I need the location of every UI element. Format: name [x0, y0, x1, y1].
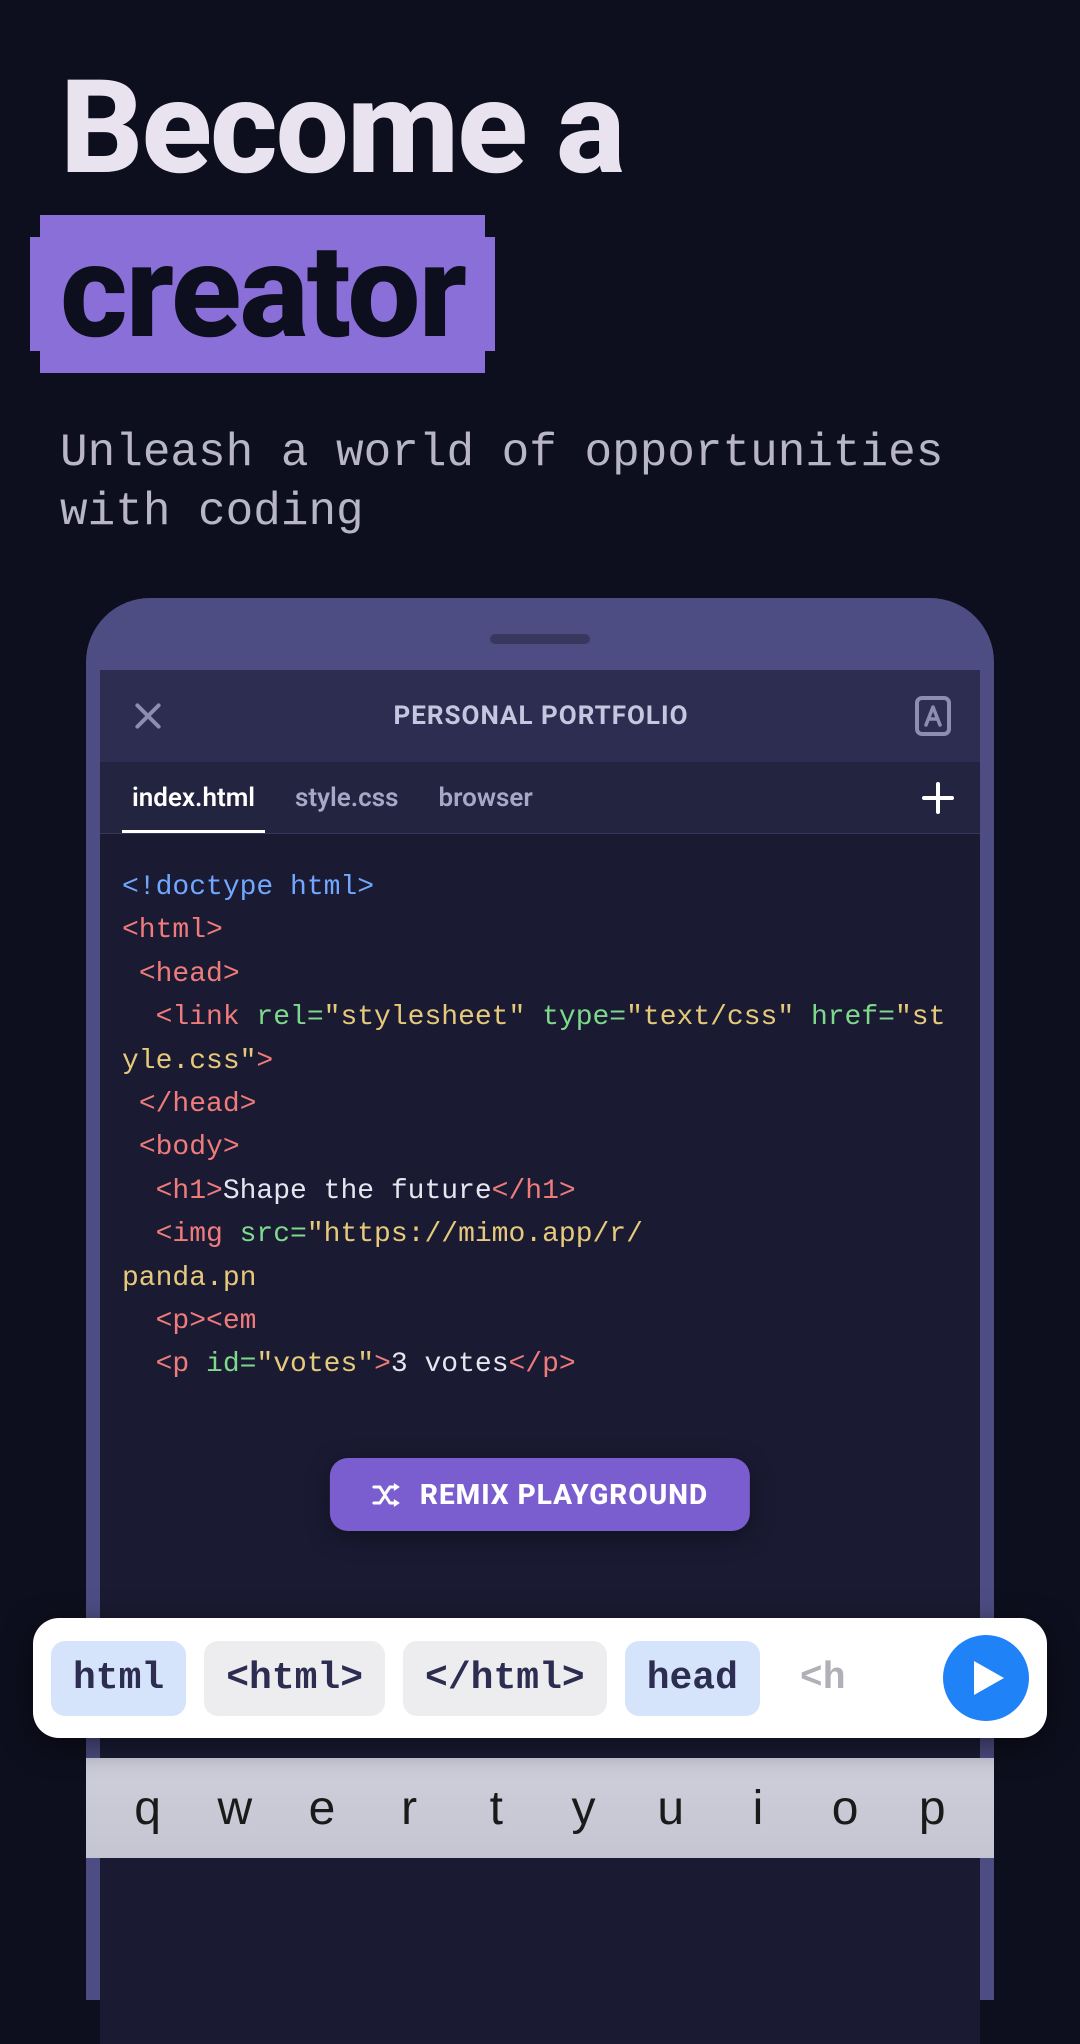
suggestion-chip[interactable]: head — [625, 1641, 760, 1716]
keyboard-key[interactable]: o — [810, 1781, 880, 1836]
hero-title-highlight: creator — [60, 215, 465, 368]
shuffle-icon — [372, 1482, 402, 1508]
keyboard-key[interactable]: q — [113, 1781, 183, 1836]
remix-button-label: REMIX PLAYGROUND — [420, 1478, 708, 1511]
suggestion-chip[interactable]: <html> — [204, 1641, 385, 1716]
keyboard-row: q w e r t y u i o p — [86, 1758, 994, 1858]
keyboard-key[interactable]: u — [636, 1781, 706, 1836]
tab-index-html[interactable]: index.html — [112, 762, 275, 833]
keyboard-key[interactable]: r — [374, 1781, 444, 1836]
suggestion-bar: html <html> </html> head <h — [33, 1618, 1047, 1738]
remix-playground-button[interactable]: REMIX PLAYGROUND — [330, 1458, 750, 1531]
keyboard-key[interactable]: i — [723, 1781, 793, 1836]
keyboard-key[interactable]: t — [461, 1781, 531, 1836]
font-mode-icon[interactable] — [914, 695, 952, 737]
suggestion-chip[interactable]: </html> — [403, 1641, 607, 1716]
tabs-row: index.html style.css browser — [100, 762, 980, 834]
add-tab-button[interactable] — [908, 768, 968, 828]
phone-speaker — [490, 634, 590, 644]
suggestion-chip[interactable]: html — [51, 1641, 186, 1716]
keyboard-key[interactable]: e — [287, 1781, 357, 1836]
code-editor[interactable]: <!doctype html> <html> <head> <link rel=… — [100, 834, 980, 1387]
keyboard-key[interactable]: w — [200, 1781, 270, 1836]
app-title: PERSONAL PORTFOLIO — [393, 701, 688, 731]
hero-title-line1: Become a — [60, 60, 1020, 197]
app-header: PERSONAL PORTFOLIO — [100, 670, 980, 762]
close-icon[interactable] — [128, 696, 168, 736]
keyboard-key[interactable]: y — [549, 1781, 619, 1836]
tab-browser[interactable]: browser — [418, 762, 552, 833]
keyboard-key[interactable]: p — [897, 1781, 967, 1836]
run-button[interactable] — [943, 1635, 1029, 1721]
suggestion-chip[interactable]: <h — [778, 1641, 868, 1716]
hero-highlight-text: creator — [60, 215, 465, 368]
tab-style-css[interactable]: style.css — [275, 762, 418, 833]
hero-subtitle: Unleash a world of opportunities with co… — [60, 424, 1020, 544]
